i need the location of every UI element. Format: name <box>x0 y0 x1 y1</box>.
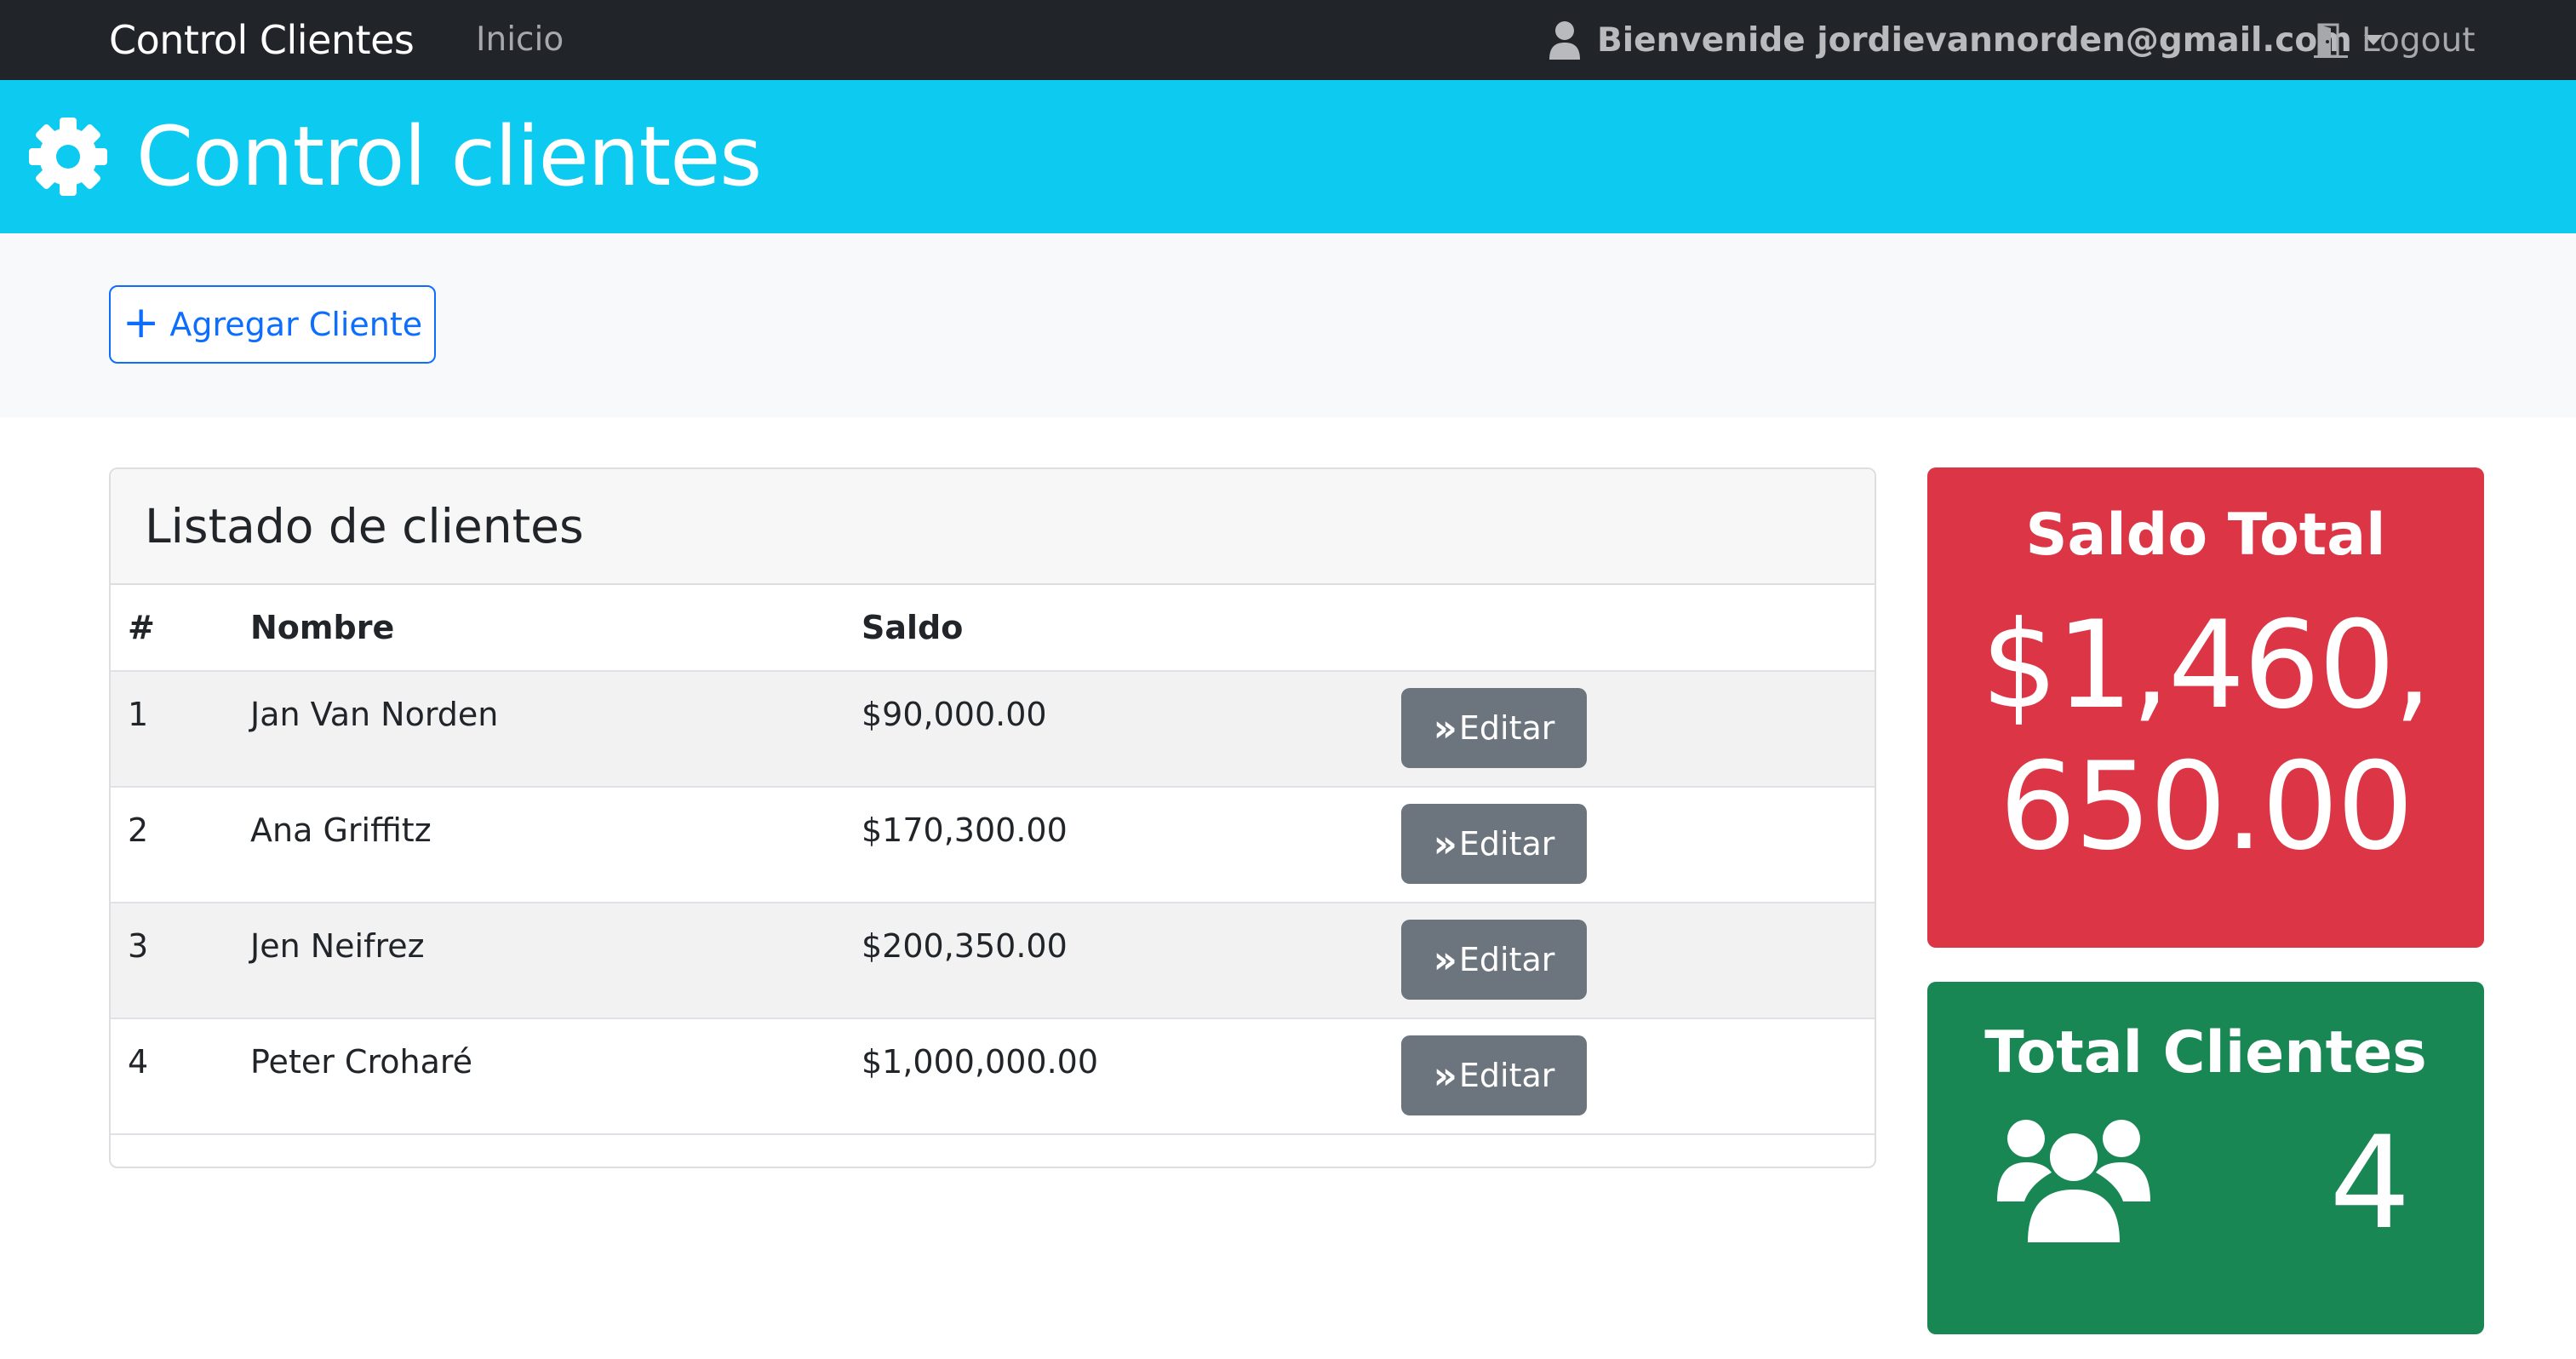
card-title: Listado de clientes <box>145 499 584 553</box>
row-number: 1 <box>128 696 149 733</box>
total-clientes-value: 4 <box>2329 1110 2411 1258</box>
edit-button[interactable]: ›› Editar <box>1401 1035 1587 1115</box>
angles-right-icon: ›› <box>1433 1053 1457 1098</box>
page-title: Control clientes <box>136 109 762 204</box>
add-client-button[interactable]: + Agregar Cliente <box>109 285 436 364</box>
edit-label: Editar <box>1458 709 1555 747</box>
edit-button[interactable]: ›› Editar <box>1401 804 1587 884</box>
plus-icon: + <box>122 297 160 348</box>
user-icon <box>1549 21 1580 60</box>
client-list-card: Listado de clientes # Nombre Saldo 1 Jan… <box>109 467 1876 1168</box>
navbar-brand[interactable]: Control Clientes <box>109 0 415 80</box>
saldo-total-title: Saldo Total <box>2025 502 2386 569</box>
row-number: 2 <box>128 811 149 849</box>
nav-link-inicio[interactable]: Inicio <box>476 0 564 80</box>
logout-label: Logout <box>2361 20 2476 60</box>
client-saldo: $200,350.00 <box>862 927 1068 965</box>
add-client-label: Agregar Cliente <box>169 306 423 343</box>
angles-right-icon: ›› <box>1433 822 1457 866</box>
gear-icon <box>29 118 107 196</box>
table-header: # Nombre Saldo <box>111 585 1875 672</box>
angles-right-icon: ›› <box>1433 938 1457 982</box>
door-open-icon <box>2314 23 2348 58</box>
table-row: 1 Jan Van Norden $90,000.00 ›› Editar <box>111 672 1875 788</box>
table-row: 3 Jen Neifrez $200,350.00 ›› Editar <box>111 903 1875 1019</box>
client-saldo: $170,300.00 <box>862 811 1068 849</box>
edit-button[interactable]: ›› Editar <box>1401 688 1587 768</box>
row-number: 3 <box>128 927 149 965</box>
total-clientes-card: Total Clientes 4 <box>1927 982 2484 1334</box>
table-row: 2 Ana Griffitz $170,300.00 ›› Editar <box>111 788 1875 903</box>
saldo-total-value: $1,460,650.00 <box>1981 595 2432 877</box>
page-title-block: Control clientes <box>26 80 762 233</box>
client-saldo: $1,000,000.00 <box>862 1043 1099 1081</box>
edit-label: Editar <box>1458 941 1555 978</box>
users-icon <box>1997 1120 2150 1242</box>
column-header-nombre: Nombre <box>250 609 395 646</box>
client-name: Jen Neifrez <box>250 927 425 965</box>
saldo-total-card: Saldo Total $1,460,650.00 <box>1927 467 2484 948</box>
edit-label: Editar <box>1458 825 1555 863</box>
user-dropdown[interactable]: Bienvenide jordievannorden@gmail.com <box>1548 0 2383 80</box>
edit-button[interactable]: ›› Editar <box>1401 920 1587 1000</box>
client-name: Peter Croharé <box>250 1043 473 1081</box>
column-header-saldo: Saldo <box>862 609 964 646</box>
column-header-num: # <box>128 609 155 646</box>
total-clientes-title: Total Clientes <box>1984 1019 2427 1087</box>
top-navbar: Control Clientes Inicio Bienvenide jordi… <box>0 0 2576 80</box>
client-name: Jan Van Norden <box>250 696 499 733</box>
row-number: 4 <box>128 1043 149 1081</box>
user-welcome-label: Bienvenide jordievannorden@gmail.com <box>1597 20 2352 60</box>
client-saldo: $90,000.00 <box>862 696 1047 733</box>
client-name: Ana Griffitz <box>250 811 432 849</box>
table-row: 4 Peter Croharé $1,000,000.00 ›› Editar <box>111 1019 1875 1135</box>
angles-right-icon: ›› <box>1433 706 1457 750</box>
card-header: Listado de clientes <box>111 469 1875 585</box>
edit-label: Editar <box>1458 1057 1555 1094</box>
logout-link[interactable]: Logout <box>2312 0 2476 80</box>
